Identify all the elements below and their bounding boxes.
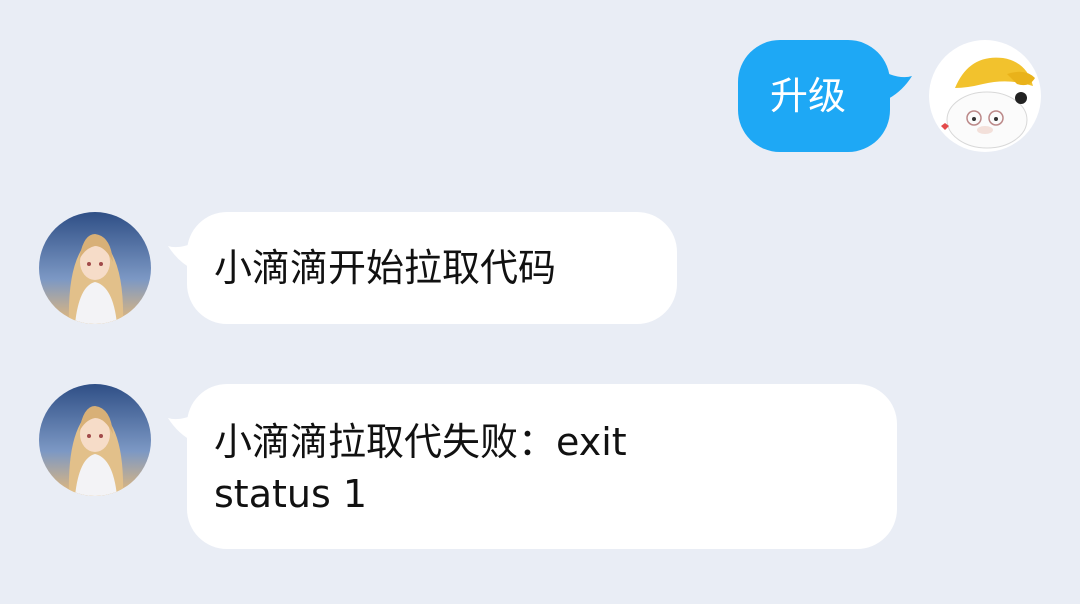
message-text: 小滴滴拉取代失败：exit status 1 bbox=[214, 420, 639, 516]
message-text: 升级 bbox=[770, 74, 847, 118]
anime-girl-avatar-icon bbox=[39, 212, 151, 324]
anime-girl-avatar-icon bbox=[39, 384, 151, 496]
incoming-message-bubble[interactable]: 小滴滴拉取代失败：exit status 1 bbox=[187, 384, 897, 549]
outgoing-message-bubble[interactable]: 升级 bbox=[738, 40, 890, 152]
message-text: 小滴滴开始拉取代码 bbox=[214, 246, 557, 290]
outgoing-bubble-tail bbox=[880, 70, 912, 100]
bot-avatar[interactable] bbox=[39, 384, 151, 496]
self-avatar[interactable] bbox=[929, 40, 1041, 152]
cartoon-cat-with-cap-avatar-icon bbox=[929, 40, 1041, 152]
bot-avatar[interactable] bbox=[39, 212, 151, 324]
incoming-message-bubble[interactable]: 小滴滴开始拉取代码 bbox=[187, 212, 677, 324]
